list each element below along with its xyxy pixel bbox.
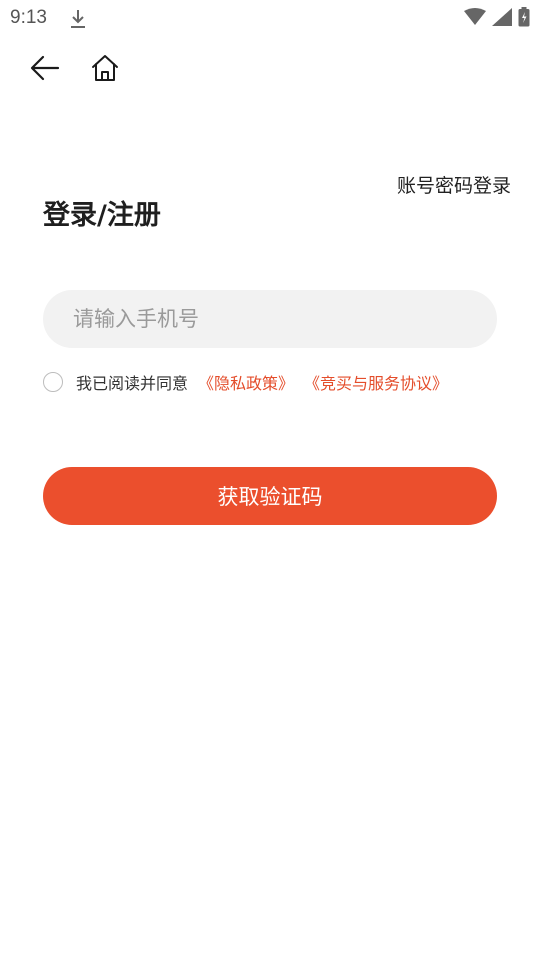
phone-input[interactable] bbox=[43, 290, 497, 348]
status-time: 9:13 bbox=[10, 7, 47, 28]
phone-input-wrapper bbox=[43, 290, 497, 348]
get-verification-code-button[interactable]: 获取验证码 bbox=[43, 467, 497, 525]
status-indicators bbox=[464, 7, 530, 31]
account-password-login-link[interactable]: 账号密码登录 bbox=[397, 171, 511, 198]
privacy-policy-link[interactable]: 《隐私政策》 bbox=[198, 370, 294, 394]
home-button[interactable] bbox=[87, 52, 123, 88]
wifi-icon bbox=[464, 8, 486, 30]
cell-signal-icon bbox=[492, 8, 512, 30]
home-icon bbox=[90, 54, 120, 86]
status-bar: 9:13 bbox=[0, 0, 540, 36]
back-button[interactable] bbox=[27, 52, 63, 88]
agreement-row: 我已阅读并同意 《隐私政策》 《竞买与服务协议》 bbox=[43, 371, 448, 393]
back-arrow-icon bbox=[30, 55, 60, 85]
agreement-checkbox[interactable] bbox=[43, 372, 63, 392]
agreement-text: 我已阅读并同意 bbox=[76, 374, 189, 393]
service-agreement-link[interactable]: 《竞买与服务协议》 bbox=[304, 370, 448, 394]
download-icon bbox=[69, 8, 87, 34]
page-title: 登录/注册 bbox=[43, 200, 161, 231]
battery-icon bbox=[518, 7, 530, 31]
